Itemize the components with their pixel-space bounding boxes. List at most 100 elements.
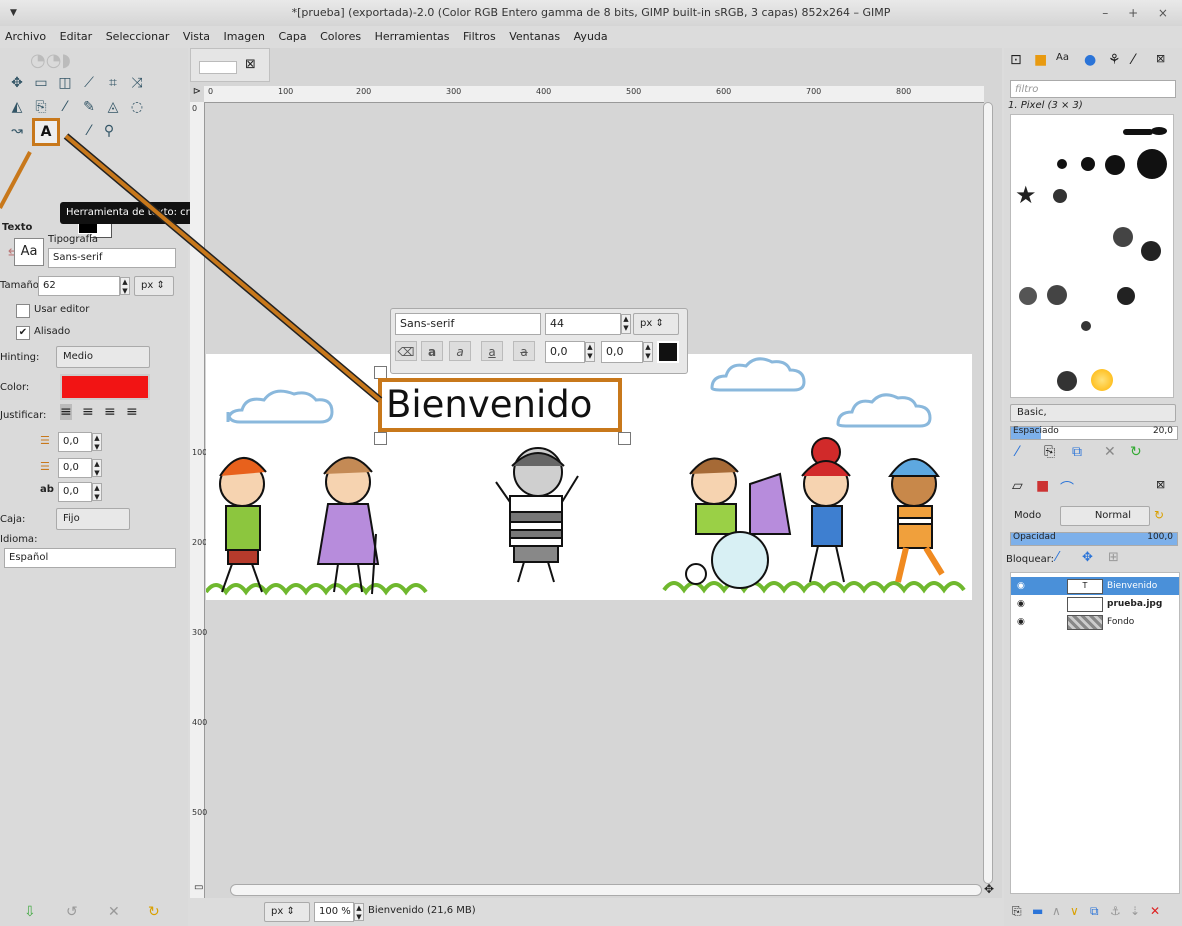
opacity-slider[interactable]: Opacidad 100,0 — [1010, 532, 1178, 546]
dodge-tool-icon[interactable]: ◌ — [128, 98, 146, 116]
justify-left-icon[interactable]: ≡ — [60, 404, 72, 420]
status-zoom-spinner[interactable]: ▲ ▼ — [354, 903, 364, 921]
image-tab[interactable]: ⊠ — [190, 48, 270, 82]
toolbar-size-spinner[interactable]: ▲ ▼ — [621, 314, 631, 334]
brush-item[interactable] — [1151, 127, 1167, 135]
menu-archivo[interactable]: Archivo — [0, 26, 51, 48]
size-spinner[interactable]: ▲ ▼ — [120, 277, 130, 295]
vertical-ruler[interactable]: 0 100 200 300 400 500 — [190, 102, 207, 908]
menu-ventanas[interactable]: Ventanas — [504, 26, 565, 48]
toolbar-unit-select[interactable]: px ⇕ — [633, 313, 679, 335]
vertical-scrollbar[interactable] — [983, 102, 993, 884]
toolbar-kerning-input[interactable]: 0,0 — [601, 341, 643, 363]
italic-icon[interactable]: a — [449, 341, 471, 361]
status-zoom-input[interactable]: 100 % — [314, 902, 354, 922]
duplicate-layer-icon[interactable]: ⧉ — [1090, 904, 1099, 919]
menu-ayuda[interactable]: Ayuda — [569, 26, 613, 48]
brush-item[interactable] — [1137, 149, 1167, 179]
lock-position-icon[interactable]: ✥ — [1082, 550, 1093, 565]
font-input[interactable]: Sans-serif — [48, 248, 176, 268]
size-input[interactable]: 62 — [38, 276, 120, 296]
refresh-brushes-icon[interactable]: ↻ — [1130, 444, 1142, 460]
quick-mask-corner-icon[interactable]: ⊳ — [190, 86, 204, 102]
box-select[interactable]: Fijo — [56, 508, 130, 530]
clear-style-icon[interactable]: ⌫ — [395, 341, 417, 361]
layers-dock-close-icon[interactable]: ⊠ — [1156, 478, 1165, 491]
spacing-slider[interactable]: Espaciado 20,0 — [1010, 426, 1178, 440]
mode-reset-icon[interactable]: ↻ — [1154, 508, 1164, 522]
toolbar-kerning-spinner[interactable]: ▲ ▼ — [643, 342, 653, 362]
lock-pixels-icon[interactable]: ⁄ — [1056, 550, 1058, 565]
text-layer-content[interactable]: Bienvenido — [386, 382, 592, 428]
menu-editar[interactable]: Editar — [55, 26, 98, 48]
delete-layer-icon[interactable]: ✕ — [1150, 904, 1160, 918]
paint-tab-icon[interactable]: ⁄ — [1132, 52, 1134, 68]
toolbar-font-input[interactable]: Sans-serif — [395, 313, 541, 335]
pencil-tool-icon[interactable]: ✎ — [80, 98, 98, 116]
layer-visibility-icon[interactable]: ◉ — [1017, 595, 1025, 613]
lock-alpha-icon[interactable]: ⊞ — [1108, 550, 1119, 565]
mode-select[interactable]: Normal — [1060, 506, 1150, 526]
move-tool-icon[interactable]: ✥ — [8, 74, 26, 92]
paths-tab-icon[interactable]: ⌒ — [1060, 478, 1074, 498]
menu-herramientas[interactable]: Herramientas — [370, 26, 455, 48]
use-editor-checkbox[interactable] — [16, 304, 30, 318]
restore-options-icon[interactable]: ↺ — [66, 904, 78, 920]
text-layer-box[interactable]: Bienvenido — [378, 378, 622, 432]
layer-row[interactable]: ◉ T Bienvenido — [1011, 577, 1179, 595]
paths-tool-icon[interactable]: ↝ — [8, 122, 26, 140]
text-box-handle-bottom-right[interactable] — [618, 432, 631, 445]
layers-tab-icon[interactable]: ▱ — [1012, 478, 1023, 494]
smudge-tool-icon[interactable]: ◬ — [104, 98, 122, 116]
justify-fill-icon[interactable]: ≡ — [126, 404, 138, 420]
quick-mask-toggle-icon[interactable]: ▭ — [194, 882, 203, 893]
brush-item[interactable] — [1091, 369, 1113, 391]
brush-item[interactable] — [1019, 287, 1037, 305]
language-input[interactable]: Español — [4, 548, 176, 568]
font-preview-button[interactable]: Aa — [14, 238, 44, 266]
color-picker-tool-icon[interactable]: ⁄ — [80, 122, 98, 140]
toolbar-baseline-spinner[interactable]: ▲ ▼ — [585, 342, 595, 362]
layer-visibility-icon[interactable]: ◉ — [1017, 577, 1025, 595]
nav-corner-icon[interactable]: ✥ — [984, 882, 994, 896]
layer-row[interactable]: ◉ Fondo — [1011, 613, 1179, 631]
paintbrush-tool-icon[interactable]: ⁄ — [56, 98, 74, 116]
menu-vista[interactable]: Vista — [178, 26, 215, 48]
new-brush-icon[interactable]: ⎘ — [1044, 444, 1055, 460]
dynamics-tab-icon[interactable]: ● — [1084, 52, 1096, 68]
anchor-layer-icon[interactable]: ⚓ — [1110, 904, 1121, 918]
lower-layer-icon[interactable]: ∨ — [1070, 904, 1079, 918]
antialias-checkbox[interactable]: ✔ — [16, 326, 30, 340]
save-options-icon[interactable]: ⇩ — [24, 904, 36, 920]
brush-item[interactable] — [1123, 129, 1153, 135]
text-box-handle-bottom-left[interactable] — [374, 432, 387, 445]
align-tool-icon[interactable]: ◫ — [56, 74, 74, 92]
merge-layer-icon[interactable]: ⇣ — [1130, 904, 1140, 918]
transform-tool-icon[interactable]: ⤨ — [128, 74, 146, 92]
brush-item[interactable] — [1113, 227, 1133, 247]
indent-spinner[interactable]: ▲ ▼ — [92, 433, 102, 451]
edit-brush-icon[interactable]: ⁄ — [1016, 444, 1018, 460]
bold-icon[interactable]: a — [421, 341, 443, 361]
fuzzy-select-tool-icon[interactable]: ⟋ — [80, 74, 98, 92]
delete-brush-icon[interactable]: ✕ — [1104, 444, 1116, 460]
window-menu-icon[interactable]: ▼ — [10, 0, 17, 26]
brush-preset-select[interactable]: Basic, — [1010, 404, 1176, 422]
status-unit-select[interactable]: px ⇕ — [264, 902, 310, 922]
menu-seleccionar[interactable]: Seleccionar — [101, 26, 175, 48]
reset-options-icon[interactable]: ↻ — [148, 904, 160, 920]
layer-row[interactable]: ◉ prueba.jpg — [1011, 595, 1179, 613]
toolbar-size-input[interactable]: 44 — [545, 313, 621, 335]
dock-close-icon[interactable]: ⊠ — [1156, 52, 1165, 65]
zoom-tool-icon[interactable]: ⚲ — [100, 122, 118, 140]
brush-item[interactable] — [1141, 241, 1161, 261]
menu-filtros[interactable]: Filtros — [458, 26, 501, 48]
brushes-tab-icon[interactable]: ⊡ — [1010, 52, 1022, 68]
brush-filter-input[interactable]: filtro — [1010, 80, 1176, 98]
brush-item[interactable] — [1057, 159, 1067, 169]
toolbar-baseline-input[interactable]: 0,0 — [545, 341, 585, 363]
rect-select-tool-icon[interactable]: ▭ — [32, 74, 50, 92]
horizontal-ruler[interactable]: 0 100 200 300 400 500 600 700 800 — [204, 86, 984, 103]
bucket-fill-tool-icon[interactable]: ◭ — [8, 98, 26, 116]
new-layer-icon[interactable]: ⎘ — [1012, 904, 1022, 919]
